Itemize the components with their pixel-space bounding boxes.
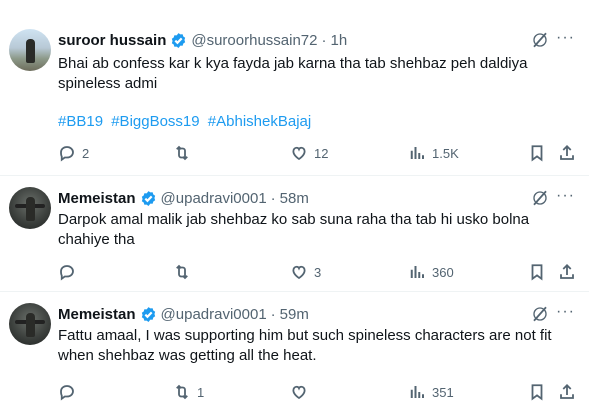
bookmark-button[interactable] — [528, 143, 546, 163]
views-button[interactable]: 1.5K — [408, 143, 459, 163]
hashtag-link[interactable]: #AbhishekBajaj — [208, 113, 311, 130]
author-name[interactable]: Memeistan — [58, 306, 136, 323]
reply-icon — [58, 144, 76, 162]
reply-button[interactable] — [58, 382, 82, 402]
view-count: 1.5K — [432, 145, 459, 161]
view-count: 360 — [432, 264, 454, 280]
reply-icon — [58, 383, 76, 401]
timestamp[interactable]: 1h — [331, 32, 348, 49]
tweet-text: Darpok amal malik jab shehbaz ko sab sun… — [58, 211, 530, 248]
action-bar: 1 351 — [58, 382, 578, 402]
like-icon — [290, 383, 308, 401]
like-button[interactable]: 3 — [290, 262, 321, 282]
repost-button[interactable] — [173, 262, 197, 282]
bookmark-button[interactable] — [528, 382, 546, 402]
avatar[interactable] — [9, 303, 51, 345]
more-icon[interactable]: ··· — [556, 304, 576, 323]
bookmark-button[interactable] — [528, 262, 546, 282]
like-count: 3 — [314, 264, 322, 280]
author-name[interactable]: suroor hussain — [58, 32, 166, 49]
author-handle[interactable]: @upadravi0001 — [161, 190, 267, 207]
tweet-header: Memeistan @upadravi0001 · 59m — [58, 304, 309, 324]
timestamp[interactable]: 58m — [280, 190, 309, 207]
verified-badge-icon — [141, 190, 155, 206]
hashtag-link[interactable]: #BiggBoss19 — [111, 113, 199, 130]
verified-badge-icon — [172, 32, 186, 48]
tweet[interactable]: suroor hussain @suroorhussain72 · 1h ···… — [0, 0, 589, 176]
views-button[interactable]: 351 — [408, 382, 454, 402]
grok-icon[interactable] — [531, 189, 549, 207]
reply-button[interactable]: 2 — [58, 143, 89, 163]
repost-count: 1 — [197, 384, 205, 400]
author-name[interactable]: Memeistan — [58, 190, 136, 207]
share-icon — [558, 383, 576, 401]
share-button[interactable] — [558, 143, 576, 163]
reply-count: 2 — [82, 145, 90, 161]
hashtag-link[interactable]: #BB19 — [58, 113, 103, 130]
grok-icon[interactable] — [531, 31, 549, 49]
tweet-text: Bhai ab confess kar k kya fayda jab karn… — [58, 55, 528, 92]
timestamp[interactable]: 59m — [280, 306, 309, 323]
tweet[interactable]: Memeistan @upadravi0001 · 59m ··· Fattu … — [0, 292, 589, 416]
repost-button[interactable] — [173, 143, 197, 163]
more-icon[interactable]: ··· — [556, 30, 576, 49]
share-icon — [558, 263, 576, 281]
share-icon — [558, 144, 576, 162]
like-icon — [290, 144, 308, 162]
bookmark-icon — [528, 263, 546, 281]
tweet-header: Memeistan @upadravi0001 · 58m — [58, 188, 309, 208]
separator-dot: · — [270, 305, 276, 323]
views-button[interactable]: 360 — [408, 262, 454, 282]
repost-button[interactable]: 1 — [173, 382, 204, 402]
view-count: 351 — [432, 384, 454, 400]
tweet-header: suroor hussain @suroorhussain72 · 1h — [58, 30, 347, 50]
avatar[interactable] — [9, 187, 51, 229]
share-button[interactable] — [558, 382, 576, 402]
views-icon — [408, 263, 426, 281]
reply-icon — [58, 263, 76, 281]
separator-dot: · — [270, 189, 276, 207]
action-bar: 3 360 — [58, 262, 578, 282]
grok-icon[interactable] — [531, 305, 549, 323]
tweet[interactable]: Memeistan @upadravi0001 · 58m ··· Darpok… — [0, 176, 589, 292]
repost-icon — [173, 383, 191, 401]
views-icon — [408, 144, 426, 162]
reply-button[interactable] — [58, 262, 82, 282]
separator-dot: · — [321, 31, 327, 49]
author-handle[interactable]: @suroorhussain72 — [191, 32, 317, 49]
tweet-text: Fattu amaal, I was supporting him but su… — [58, 327, 552, 364]
bookmark-icon — [528, 144, 546, 162]
like-button[interactable]: 12 — [290, 143, 328, 163]
repost-icon — [173, 263, 191, 281]
like-count: 12 — [314, 145, 329, 161]
like-icon — [290, 263, 308, 281]
hashtags: #BB19 #BiggBoss19 #AbhishekBajaj — [58, 113, 315, 130]
action-bar: 2 12 1.5K — [58, 143, 578, 163]
views-icon — [408, 383, 426, 401]
share-button[interactable] — [558, 262, 576, 282]
more-icon[interactable]: ··· — [556, 188, 576, 207]
author-handle[interactable]: @upadravi0001 — [161, 306, 267, 323]
avatar[interactable] — [9, 29, 51, 71]
verified-badge-icon — [141, 306, 155, 322]
like-button[interactable] — [290, 382, 314, 402]
repost-icon — [173, 144, 191, 162]
bookmark-icon — [528, 383, 546, 401]
